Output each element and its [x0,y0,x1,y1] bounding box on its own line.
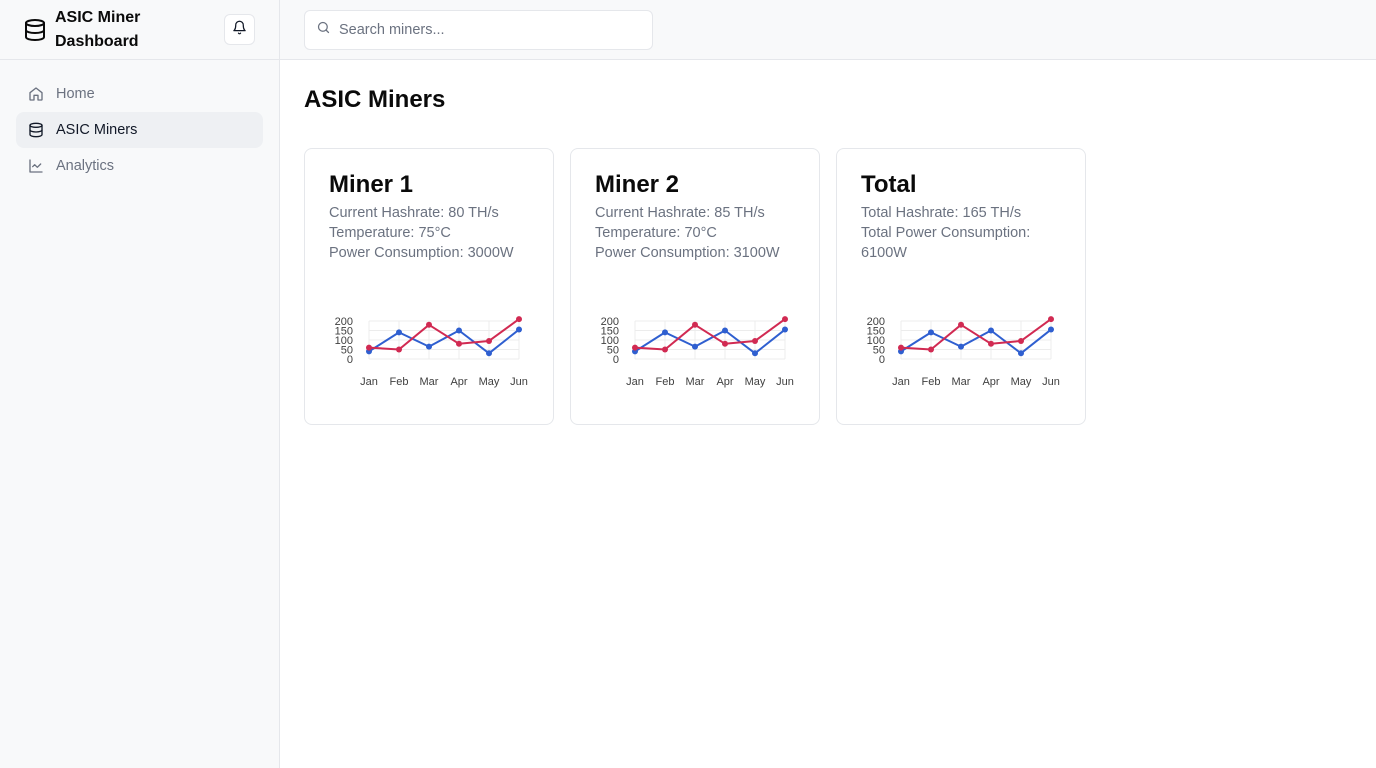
data-point [632,344,638,351]
card-stat: Temperature: 75°C [329,225,451,241]
data-point [456,340,462,347]
data-point [1048,316,1054,323]
data-point [366,344,372,351]
hashrate-line-chart: 050100150200Jan Feb Mar Apr May Jun [867,316,1060,388]
data-point [396,329,402,336]
sidebar-header: ASIC Miner Dashboard [0,0,279,60]
x-tick-label: Mar [420,376,439,388]
data-point [486,350,492,357]
x-tick-label: Apr [982,376,999,388]
y-tick-label: 200 [867,316,885,328]
y-tick-label: 200 [601,316,619,328]
hashrate-line-chart: 050100150200Jan Feb Mar Apr May Jun [601,316,794,388]
data-point [1048,326,1054,333]
sidebar-item-asic-miners[interactable]: ASIC Miners [16,112,263,148]
series-line [368,318,520,351]
x-tick-label: Feb [656,376,675,388]
series-line [900,318,1052,351]
sidebar-item-analytics[interactable]: Analytics [16,148,263,184]
sidebar-item-label: ASIC Miners [56,122,138,138]
data-point [898,344,904,351]
y-tick-label: 200 [335,316,353,328]
x-tick-label: Apr [716,376,733,388]
data-point [426,321,432,328]
sidebar-nav: Home ASIC Miners Analytics [0,60,279,200]
card-stat: Power Consumption: 3100W [595,245,780,261]
line-chart-icon [28,158,44,174]
app-title: ASIC Miner Dashboard [55,8,141,50]
data-point [988,340,994,347]
data-point [782,326,788,333]
data-point [692,343,698,350]
search-input[interactable] [339,22,639,38]
data-point [426,343,432,350]
database-icon [24,18,46,42]
sidebar-item-home[interactable]: Home [16,76,263,112]
data-point [782,316,788,323]
sidebar-item-label: Analytics [56,158,115,174]
data-point [516,326,522,333]
search-icon [316,20,331,40]
series-line [634,318,786,351]
x-tick-label: Feb [390,376,409,388]
x-tick-label: Mar [686,376,705,388]
x-tick-label: Jan [360,376,378,388]
data-point [958,321,964,328]
total-card: Total Total Hashrate: 165 TH/s Total Pow… [836,148,1086,425]
data-point [1018,337,1024,344]
top-bar [280,0,1376,60]
card-stat: Power Consumption: 3000W [329,245,514,261]
data-point [752,337,758,344]
card-title: Miner 2 [595,171,680,198]
x-tick-label: Jun [776,376,794,388]
card-stats: Current Hashrate: 80 TH/s Temperature: 7… [329,203,539,263]
database-icon [28,122,44,138]
x-tick-label: May [479,376,500,388]
x-tick-label: Mar [952,376,971,388]
data-point [988,327,994,334]
x-tick-label: May [1011,376,1032,388]
data-point [516,316,522,323]
miner-card: Miner 1 Current Hashrate: 80 TH/s Temper… [304,148,554,425]
sidebar: ASIC Miner Dashboard Home ASIC Miners An… [0,0,280,768]
x-tick-label: Feb [922,376,941,388]
card-stat: Temperature: 70°C [595,225,717,241]
data-point [752,350,758,357]
page-title: ASIC Miners [304,86,446,113]
data-point [722,327,728,334]
data-point [692,321,698,328]
x-tick-label: Jun [1042,376,1060,388]
data-point [662,329,668,336]
card-stat: Current Hashrate: 85 TH/s [595,205,765,221]
data-point [486,337,492,344]
bell-icon [232,20,247,40]
data-point [928,329,934,336]
data-point [1018,350,1024,357]
hashrate-line-chart: 050100150200Jan Feb Mar Apr May Jun [335,316,528,388]
data-point [928,346,934,353]
card-stats: Current Hashrate: 85 TH/s Temperature: 7… [595,203,805,263]
x-tick-label: Jun [510,376,528,388]
data-point [722,340,728,347]
home-icon [28,86,44,102]
sidebar-item-label: Home [56,86,95,102]
data-point [958,343,964,350]
data-point [662,346,668,353]
x-tick-label: Jan [892,376,910,388]
data-point [456,327,462,334]
card-stat: Total Hashrate: 165 TH/s [861,205,1022,221]
card-title: Miner 1 [329,171,414,198]
data-point [396,346,402,353]
card-stat: Total Power Consumption: 6100W [861,225,1031,261]
x-tick-label: Jan [626,376,644,388]
card-stats: Total Hashrate: 165 TH/s Total Power Con… [861,203,1071,263]
x-tick-label: May [745,376,766,388]
notifications-button[interactable] [224,14,255,45]
search-box[interactable] [304,10,653,50]
card-stat: Current Hashrate: 80 TH/s [329,205,499,221]
miner-card: Miner 2 Current Hashrate: 85 TH/s Temper… [570,148,820,425]
x-tick-label: Apr [450,376,467,388]
card-title: Total [861,171,917,198]
